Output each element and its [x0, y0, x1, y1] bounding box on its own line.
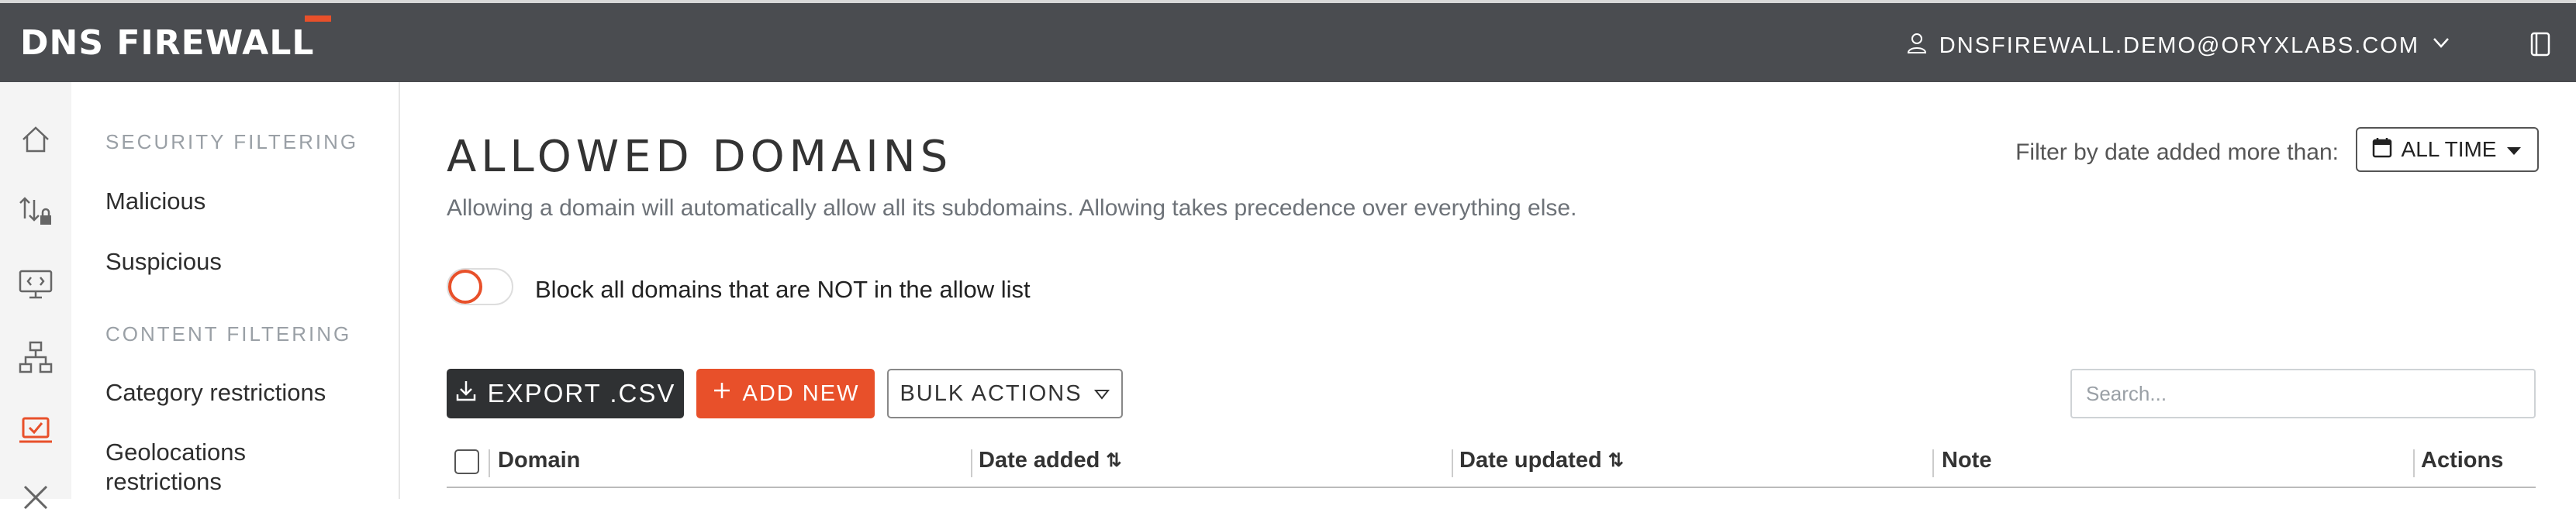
column-divider [1932, 449, 1934, 477]
add-new-label: ADD NEW [742, 380, 860, 406]
column-header-date-added[interactable]: Date added ⇅ [979, 448, 1121, 473]
top-bar: DNS FIREWALL DNSFIREWALL.DEMO@ORYXLABS.C… [0, 0, 2576, 82]
add-new-button[interactable]: ADD NEW [696, 369, 875, 418]
calendar-icon [2372, 136, 2392, 163]
export-csv-button[interactable]: EXPORT .CSV [447, 369, 684, 418]
user-menu[interactable]: DNSFIREWALL.DEMO@ORYXLABS.COM [1905, 31, 2452, 60]
app-logo[interactable]: DNS FIREWALL [20, 23, 314, 63]
sort-icon: ⇅ [1106, 450, 1122, 471]
nav-heading-content: CONTENT FILTERING [105, 322, 352, 346]
column-header-actions: Actions [2421, 448, 2503, 473]
book-icon[interactable] [2528, 31, 2553, 61]
bulk-actions-button[interactable]: BULK ACTIONS [887, 369, 1123, 418]
nav-item-suspicious[interactable]: Suspicious [105, 247, 338, 277]
secondary-nav: SECURITY FILTERING Malicious Suspicious … [71, 82, 400, 499]
monitor-code-icon[interactable] [17, 265, 54, 302]
sort-icon: ⇅ [1607, 450, 1624, 471]
column-divider [2413, 449, 2415, 477]
nav-heading-security: SECURITY FILTERING [105, 130, 359, 153]
caret-down-icon [2505, 137, 2522, 162]
column-header-date-updated[interactable]: Date updated ⇅ [1459, 448, 1624, 473]
user-icon [1905, 31, 1929, 60]
table-header: Domain Date added ⇅ Date updated ⇅ Note … [447, 437, 2536, 488]
traffic-lock-icon[interactable] [17, 192, 54, 229]
column-header-date-updated-label: Date updated [1459, 448, 1602, 473]
main-content: ALLOWED DOMAINS Allowing a domain will a… [399, 82, 2576, 499]
logo-accent-mark [305, 15, 331, 22]
column-header-note-label: Note [1942, 448, 1992, 473]
page-subtitle: Allowing a domain will automatically all… [447, 195, 1577, 221]
chevron-down-icon [2430, 32, 2452, 60]
nav-item-category-restrictions[interactable]: Category restrictions [105, 378, 338, 408]
column-header-date-added-label: Date added [979, 448, 1100, 473]
column-header-actions-label: Actions [2421, 448, 2504, 473]
block-all-toggle[interactable] [447, 268, 513, 305]
network-icon[interactable] [17, 339, 54, 377]
date-filter-dropdown[interactable]: ALL TIME [2356, 127, 2539, 172]
column-divider [1452, 449, 1453, 477]
tools-icon[interactable] [17, 479, 54, 516]
user-email: DNSFIREWALL.DEMO@ORYXLABS.COM [1939, 33, 2419, 58]
column-divider [489, 449, 490, 477]
triangle-down-icon [1093, 381, 1110, 407]
toggle-knob [448, 270, 482, 304]
column-divider [971, 449, 972, 477]
download-icon [455, 379, 477, 408]
date-filter-label: Filter by date added more than: [2015, 139, 2339, 165]
bulk-actions-label: BULK ACTIONS [900, 380, 1083, 406]
home-icon[interactable] [17, 121, 54, 158]
laptop-check-icon[interactable] [17, 412, 54, 449]
date-filter-value: ALL TIME [2401, 137, 2497, 161]
column-header-domain[interactable]: Domain [498, 448, 580, 473]
block-all-toggle-label: Block all domains that are NOT in the al… [535, 276, 1031, 303]
nav-item-malicious[interactable]: Malicious [105, 187, 338, 216]
plus-icon [712, 380, 732, 407]
column-header-note: Note [1942, 448, 1991, 473]
search-input[interactable] [2070, 369, 2536, 418]
icon-rail [0, 82, 72, 510]
nav-item-geolocations-restrictions[interactable]: Geolocations restrictions [105, 438, 276, 497]
select-all-checkbox[interactable] [454, 449, 479, 474]
column-header-domain-label: Domain [498, 448, 581, 473]
export-csv-label: EXPORT .CSV [487, 379, 676, 408]
page-title: ALLOWED DOMAINS [447, 132, 953, 182]
